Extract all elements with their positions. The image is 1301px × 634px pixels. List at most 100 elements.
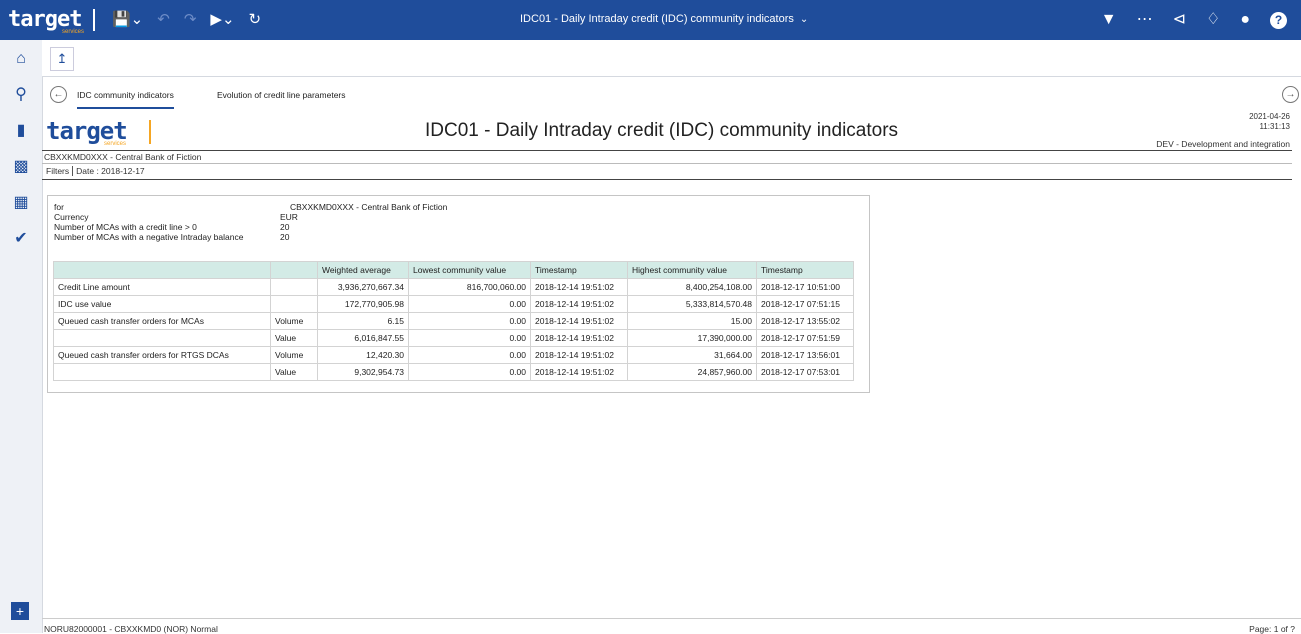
undo-icon[interactable]: ↶ <box>157 10 170 30</box>
indicators-table: Weighted average Lowest community value … <box>53 261 854 381</box>
divider <box>42 150 1292 151</box>
mcas-credit-line-value: 20 <box>280 222 290 232</box>
header-right-icons: ▼ ⋯ ⊲ ♢ ● ? <box>1101 9 1287 31</box>
filters-bar: Filters Date : 2018-12-17 <box>46 166 145 176</box>
row-sublabel <box>270 278 318 296</box>
table-header: Lowest community value <box>408 261 531 279</box>
timestamp-cell: 2018-12-17 07:51:59 <box>756 329 854 347</box>
timestamp-cell: 2018-12-14 19:51:02 <box>530 346 628 364</box>
tab-idc-community-indicators[interactable]: IDC community indicators <box>77 90 174 109</box>
highest-value-cell: 5,333,814,570.48 <box>627 295 757 313</box>
central-bank-label: CBXXKMD0XXX - Central Bank of Fiction <box>44 152 202 162</box>
lowest-value-cell: 0.00 <box>408 329 531 347</box>
filter-icon[interactable]: ▼ <box>1101 9 1117 31</box>
previous-page-icon[interactable]: ← <box>50 86 67 103</box>
row-label: Queued cash transfer orders for MCAs <box>53 312 271 330</box>
user-icon[interactable]: ● <box>1240 9 1250 31</box>
save-icon[interactable]: 💾⌄ <box>112 10 143 30</box>
report-logo-divider <box>149 120 151 144</box>
row-sublabel: Volume <box>270 312 318 330</box>
timestamp-cell: 2018-12-14 19:51:02 <box>530 329 628 347</box>
row-label: Queued cash transfer orders for RTGS DCA… <box>53 346 271 364</box>
mcas-credit-line-label: Number of MCAs with a credit line > 0 <box>54 222 197 232</box>
table-header: Highest community value <box>627 261 757 279</box>
row-sublabel: Volume <box>270 346 318 364</box>
weighted-average-cell: 172,770,905.98 <box>317 295 409 313</box>
app-logo[interactable]: target services <box>8 7 95 35</box>
toolbar-icons: 💾⌄ ↶ ↷ ▶⌄ ↻ <box>112 10 261 30</box>
bell-icon[interactable]: ♢ <box>1206 9 1220 31</box>
left-sidebar: ⌂ ⚲ ▮ ▩ ▦ ✔ + <box>0 40 43 633</box>
redo-icon[interactable]: ↷ <box>184 10 197 30</box>
lowest-value-cell: 0.00 <box>408 363 531 381</box>
report-title-dropdown[interactable]: IDC01 - Daily Intraday credit (IDC) comm… <box>520 13 808 25</box>
weighted-average-cell: 6.15 <box>317 312 409 330</box>
row-label <box>53 363 271 381</box>
highest-value-cell: 8,400,254,108.00 <box>627 278 757 296</box>
lowest-value-cell: 0.00 <box>408 295 531 313</box>
check-circle-icon[interactable]: ✔ <box>0 226 42 252</box>
logo-divider <box>93 9 95 31</box>
refresh-icon[interactable]: ↻ <box>249 10 262 30</box>
highest-value-cell: 24,857,960.00 <box>627 363 757 381</box>
tab-evolution-credit-line[interactable]: Evolution of credit line parameters <box>217 90 346 100</box>
report-environment: DEV - Development and integration <box>1156 139 1290 149</box>
mcas-negative-balance-label: Number of MCAs with a negative Intraday … <box>54 232 244 242</box>
logo-subtitle: services <box>62 29 85 35</box>
search-icon[interactable]: ⚲ <box>0 82 42 108</box>
team-folder-icon[interactable]: ▦ <box>0 190 42 216</box>
currency-value: EUR <box>280 212 298 222</box>
highest-value-cell: 17,390,000.00 <box>627 329 757 347</box>
chevron-down-icon: ⌄ <box>799 14 809 25</box>
table-header: Timestamp <box>756 261 854 279</box>
row-label: Credit Line amount <box>53 278 271 296</box>
report-date: 2021-04-26 <box>1249 112 1290 121</box>
table-header: Weighted average <box>317 261 409 279</box>
export-icon[interactable]: ↥ <box>50 47 74 71</box>
report-time: 11:31:13 <box>1259 122 1290 131</box>
weighted-average-cell: 12,420.30 <box>317 346 409 364</box>
home-icon[interactable]: ⌂ <box>0 46 42 72</box>
lowest-value-cell: 0.00 <box>408 312 531 330</box>
filters-value: Date : 2018-12-17 <box>76 166 145 176</box>
row-label <box>53 329 271 347</box>
row-sublabel: Value <box>270 363 318 381</box>
document-icon[interactable]: ▮ <box>0 118 42 144</box>
share-icon[interactable]: ⊲ <box>1173 9 1186 31</box>
divider <box>42 163 1292 164</box>
timestamp-cell: 2018-12-17 13:55:02 <box>756 312 854 330</box>
row-label: IDC use value <box>53 295 271 313</box>
timestamp-cell: 2018-12-14 19:51:02 <box>530 278 628 296</box>
timestamp-cell: 2018-12-17 13:56:01 <box>756 346 854 364</box>
mcas-negative-balance-value: 20 <box>280 232 290 242</box>
table-header <box>53 261 271 279</box>
currency-label: Currency <box>54 212 89 222</box>
table-header-row: Weighted average Lowest community value … <box>53 261 854 279</box>
table-header <box>270 261 318 279</box>
run-icon[interactable]: ▶⌄ <box>210 10 234 30</box>
indicators-box: for CBXXKMD0XXX - Central Bank of Fictio… <box>47 195 870 393</box>
report-logo-subtitle: services <box>104 141 127 147</box>
table-row: Value 9,302,954.73 0.00 2018-12-14 19:51… <box>53 363 854 381</box>
report-logo: target services <box>46 117 151 147</box>
table-row: IDC use value 172,770,905.98 0.00 2018-1… <box>53 295 854 313</box>
highest-value-cell: 15.00 <box>627 312 757 330</box>
timestamp-cell: 2018-12-14 19:51:02 <box>530 312 628 330</box>
report-datetime: 2021-04-26 11:31:13 <box>1249 112 1290 132</box>
timestamp-cell: 2018-12-17 07:51:15 <box>756 295 854 313</box>
timestamp-cell: 2018-12-14 19:51:02 <box>530 295 628 313</box>
divider <box>42 179 1292 180</box>
table-row: Credit Line amount 3,936,270,667.34 816,… <box>53 278 854 296</box>
folder-icon[interactable]: ▩ <box>0 154 42 180</box>
next-page-icon[interactable]: → <box>1282 86 1299 103</box>
highest-value-cell: 31,664.00 <box>627 346 757 364</box>
weighted-average-cell: 9,302,954.73 <box>317 363 409 381</box>
add-icon[interactable]: + <box>11 602 29 620</box>
more-icon[interactable]: ⋯ <box>1137 9 1153 31</box>
top-bar: target services 💾⌄ ↶ ↷ ▶⌄ ↻ IDC01 - Dail… <box>0 0 1301 40</box>
weighted-average-cell: 3,936,270,667.34 <box>317 278 409 296</box>
lowest-value-cell: 816,700,060.00 <box>408 278 531 296</box>
filters-label: Filters <box>46 166 70 176</box>
secondary-toolbar: ↥ <box>42 40 1301 77</box>
help-icon[interactable]: ? <box>1270 11 1287 29</box>
